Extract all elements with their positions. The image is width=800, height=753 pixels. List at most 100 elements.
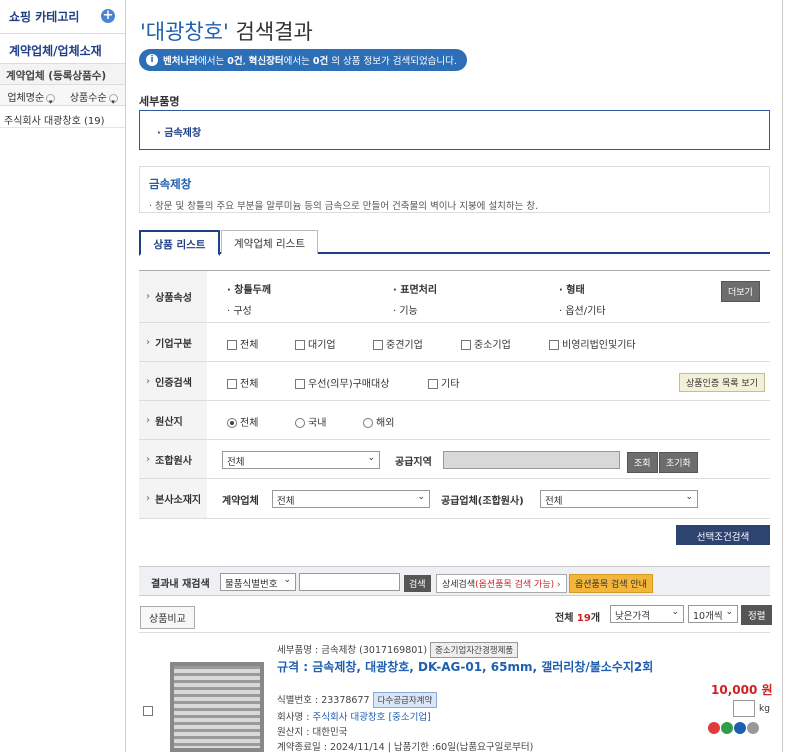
option-label: 전체 xyxy=(240,340,259,351)
apply-filter-button[interactable]: 선택조건검색 xyxy=(676,525,770,545)
sort-by-name[interactable]: 업체명순 ▾ xyxy=(0,85,63,105)
shopping-category-header[interactable]: 쇼핑 카테고리 + xyxy=(0,0,125,34)
chevron-down-icon: ⌄ xyxy=(671,607,679,617)
detail-desc-box: 금속제창 · 창문 및 창틀의 주요 부분을 알루미늄 등의 금속으로 만들어 … xyxy=(139,166,770,213)
attr-shape-label: · 형태 xyxy=(559,285,585,296)
option-label: 우선(의무)구매대상 xyxy=(308,379,390,390)
tab-bar: 상품 리스트 계약업체 리스트 xyxy=(139,230,770,256)
total-prefix: 전체 xyxy=(555,613,577,624)
option-label: 대기업 xyxy=(308,340,336,351)
search-field-select[interactable]: 물품식별번호 ⌄ xyxy=(220,573,296,591)
lookup-button[interactable]: 조회 xyxy=(627,452,658,473)
checkbox[interactable] xyxy=(461,340,471,350)
gov-mark-icon xyxy=(734,722,746,734)
filter-label-hq: 본사소재지 xyxy=(139,479,207,518)
company-small-checkbox[interactable]: 중소기업 xyxy=(461,336,511,351)
company-large-checkbox[interactable]: 대기업 xyxy=(295,336,336,351)
total-suffix: 개 xyxy=(590,613,601,624)
cert-other-checkbox[interactable]: 기타 xyxy=(428,375,459,390)
option-label: 중소기업 xyxy=(474,340,511,351)
chevron-right-icon: › xyxy=(557,580,561,590)
option-guide-button[interactable]: 옵션품목 검색 안내 xyxy=(569,574,653,593)
checkbox[interactable] xyxy=(373,340,383,350)
quantity-input[interactable] xyxy=(733,700,755,717)
company-all-checkbox[interactable]: 전체 xyxy=(227,336,258,351)
total-count: 전체 19개 xyxy=(555,609,600,624)
attr-surface[interactable]: · 표면처리 xyxy=(393,281,437,296)
origin-domestic-radio[interactable]: 국내 xyxy=(295,414,326,429)
innovation-name: 혁신장터 xyxy=(248,56,284,67)
company-link[interactable]: 주식회사 대광창호 xyxy=(312,712,385,723)
tab-company-list[interactable]: 계약업체 리스트 xyxy=(221,230,318,254)
contract-company-title: 계약업체/업체소재 xyxy=(0,34,125,64)
filter-row-union: 조합원사 전체 ⌄ 공급지역 조회 초기화 xyxy=(139,440,770,479)
filter-row-hq: 본사소재지 계약업체 전체 ⌄ 공급업체(조합원사) 전체 ⌄ xyxy=(139,479,770,518)
option-label: 국내 xyxy=(308,418,327,429)
origin-foreign-radio[interactable]: 해외 xyxy=(363,414,394,429)
sidebar-item-company[interactable]: 주식회사 대광창호 (19) xyxy=(0,106,125,128)
checkbox[interactable] xyxy=(227,379,237,389)
search-field-value: 물품식별번호 xyxy=(225,579,278,590)
checkbox[interactable] xyxy=(227,340,237,350)
search-button[interactable]: 검색 xyxy=(404,575,431,592)
supplier-select-value: 전체 xyxy=(545,496,563,507)
sidebar-sort-bar: 업체명순 ▾ 상품수순 ▾ xyxy=(0,85,125,106)
radio[interactable] xyxy=(295,418,305,428)
product-checkbox[interactable] xyxy=(143,706,153,716)
sort-button[interactable]: 정렬 xyxy=(741,605,773,625)
checkbox[interactable] xyxy=(295,379,305,389)
supplier-select[interactable]: 전체 ⌄ xyxy=(540,490,698,508)
attr-composition[interactable]: · 구성 xyxy=(227,302,252,317)
compare-button[interactable]: 상품비교 xyxy=(140,606,195,629)
innovation-count: 0건 xyxy=(312,56,329,67)
supply-region-field[interactable] xyxy=(443,451,620,469)
detail-selected[interactable]: · 금속제창 xyxy=(157,128,201,139)
union-select[interactable]: 전체 ⌄ xyxy=(222,451,380,469)
option-label: 비영리법인및기타 xyxy=(562,340,636,351)
origin-all-radio[interactable]: 전체 xyxy=(227,414,258,429)
detail-search-note: (옵션품목 검색 가능) xyxy=(475,580,555,590)
result-search-input[interactable] xyxy=(299,573,400,591)
checkbox[interactable] xyxy=(428,379,438,389)
result-notice: i 벤처나라에서는 0건, 혁신장터에서는 0건 의 상품 정보가 검색되었습니… xyxy=(139,49,467,71)
contract-company-select[interactable]: 전체 ⌄ xyxy=(272,490,430,508)
title-suffix: 검색결과 xyxy=(228,20,313,44)
radio[interactable] xyxy=(227,418,237,428)
checkbox[interactable] xyxy=(549,340,559,350)
sort-select-value: 낮은가격 xyxy=(615,611,650,622)
product-category-text: 세부품명 : 금속제창 (3017169801) xyxy=(277,645,428,656)
product-title[interactable]: 규격 : 금속제창, 대광창호, DK-AG-01, 65mm, 갤러리창/불소… xyxy=(277,659,657,676)
cert-list-button[interactable]: 상품인증 목록 보기 xyxy=(679,373,765,392)
sme-competition-tag: 중소기업자간경쟁제품 xyxy=(430,642,519,658)
attr-frame[interactable]: · 창틀두께 xyxy=(227,281,271,296)
sidebar: 쇼핑 카테고리 + 계약업체/업체소재 계약업체 (등록상품수) 업체명순 ▾ 상… xyxy=(0,0,126,752)
more-button[interactable]: 더보기 xyxy=(721,281,760,302)
plus-icon[interactable]: + xyxy=(101,9,115,23)
cert-all-checkbox[interactable]: 전체 xyxy=(227,375,258,390)
per-page-select[interactable]: 10개씩 ⌄ xyxy=(688,605,738,623)
product-image[interactable] xyxy=(170,662,264,752)
product-divider xyxy=(139,632,770,633)
page-title: '대광창호' 검색결과 xyxy=(140,16,313,46)
chevron-down-icon: ⌄ xyxy=(283,575,291,585)
filter-row-cert: 인증검색 전체 우선(의무)구매대상 기타 상품인증 목록 보기 xyxy=(139,362,770,401)
radio[interactable] xyxy=(363,418,373,428)
sort-select[interactable]: 낮은가격 ⌄ xyxy=(610,605,684,623)
product-origin: 원산지 : 대한민국 xyxy=(277,727,348,738)
filter-label-cert: 인증검색 xyxy=(139,362,207,400)
product-id: 식별번호 : 23378677 다수공급자계약 xyxy=(277,692,438,708)
attr-function[interactable]: · 기능 xyxy=(393,302,418,317)
detail-search-button[interactable]: 상세검색(옵션품목 검색 가능) › xyxy=(436,574,567,593)
supplier-label: 공급업체(조합원사) xyxy=(441,496,524,507)
venture-name: 벤처나라 xyxy=(163,56,198,67)
reset-button[interactable]: 초기화 xyxy=(659,452,698,473)
cert-priority-checkbox[interactable]: 우선(의무)구매대상 xyxy=(295,375,389,390)
company-nonprofit-checkbox[interactable]: 비영리법인및기타 xyxy=(549,336,636,351)
attr-option[interactable]: · 옵션/기타 xyxy=(559,302,606,317)
sort-by-count[interactable]: 상품수순 ▾ xyxy=(63,85,126,105)
company-mid-checkbox[interactable]: 중견기업 xyxy=(373,336,423,351)
attr-shape[interactable]: · 형태 xyxy=(559,281,585,296)
tab-product-list[interactable]: 상품 리스트 xyxy=(139,230,220,256)
checkbox[interactable] xyxy=(295,340,305,350)
option-label: 기타 xyxy=(441,379,460,390)
